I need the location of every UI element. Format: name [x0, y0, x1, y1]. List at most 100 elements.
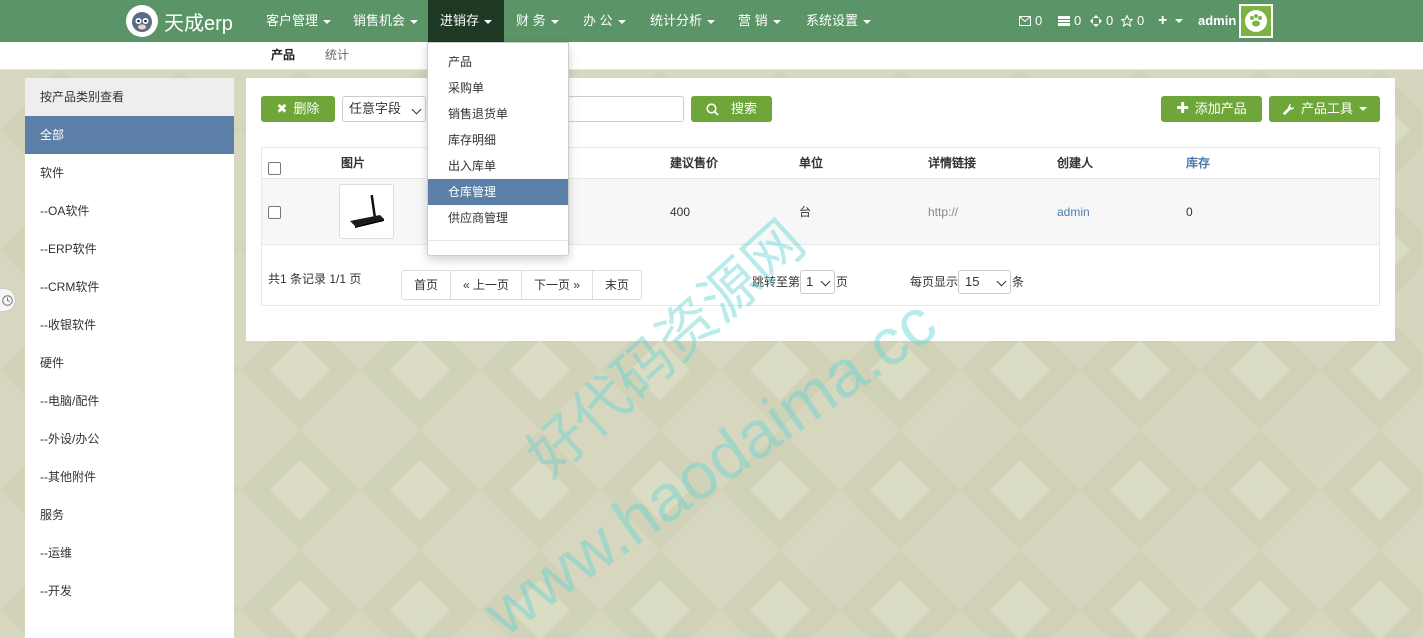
add-menu[interactable]: + — [1158, 0, 1184, 42]
nav-label: 营 销 — [738, 13, 768, 28]
nav-label: 办 公 — [583, 13, 613, 28]
tasks-counter[interactable]: 0 — [1058, 0, 1081, 42]
envelope-icon — [1019, 16, 1031, 26]
col-creator[interactable]: 创建人 — [1057, 148, 1093, 179]
top-navbar: 天成erp 客户管理 销售机会 进销存 财 务 办 公 统计分析 营 销 系统设… — [0, 0, 1423, 42]
menu-item-purchase-order[interactable]: 采购单 — [428, 75, 568, 101]
col-unit[interactable]: 单位 — [799, 148, 823, 179]
nav-label: 客户管理 — [266, 13, 319, 28]
menu-item-stock-io[interactable]: 出入库单 — [428, 153, 568, 179]
monkey-logo-icon — [126, 5, 158, 37]
add-product-button[interactable]: ✚ 添加产品 — [1161, 96, 1262, 122]
col-image[interactable]: 图片 — [341, 148, 365, 179]
sidebar-item-pos-software[interactable]: --收银软件 — [25, 306, 234, 344]
product-tools-button[interactable]: 产品工具 — [1269, 96, 1380, 122]
star-counter[interactable]: 0 — [1121, 0, 1144, 42]
jump-page-select[interactable]: 1 — [800, 270, 835, 294]
product-thumbnail[interactable] — [339, 184, 394, 239]
per-page-select[interactable]: 15 — [958, 270, 1011, 294]
col-stock[interactable]: 库存 — [1186, 148, 1210, 179]
caret-down-icon — [323, 19, 332, 24]
move-counter[interactable]: 0 — [1090, 0, 1113, 42]
sidebar-item-hardware[interactable]: 硬件 — [25, 344, 234, 382]
paw-icon — [1245, 10, 1267, 32]
sidebar-item-all[interactable]: 全部 — [25, 116, 234, 154]
col-link[interactable]: 详情链接 — [928, 148, 976, 179]
select-all-checkbox[interactable] — [268, 162, 281, 175]
cell-price: 400 — [670, 205, 691, 219]
mail-count: 0 — [1035, 13, 1043, 28]
pagination: 首页 « 上一页 下一页 » 末页 — [401, 270, 643, 300]
wrench-icon — [1282, 103, 1295, 115]
avatar[interactable] — [1239, 4, 1273, 38]
jump-prefix: 跳转至第 — [752, 275, 801, 289]
nav-statistics[interactable]: 统计分析 — [650, 0, 716, 42]
caret-down-icon — [484, 19, 493, 24]
mail-counter[interactable]: 0 — [1019, 0, 1042, 42]
user-name[interactable]: admin — [1198, 0, 1236, 42]
col-price[interactable]: 建议售价 — [670, 148, 718, 179]
tasks-count: 0 — [1074, 13, 1082, 28]
row-checkbox[interactable] — [268, 206, 281, 219]
nav-office[interactable]: 办 公 — [583, 0, 626, 42]
sidebar-item-accessories[interactable]: --其他附件 — [25, 458, 234, 496]
caret-down-icon — [410, 19, 419, 24]
cell-link[interactable]: http:// — [928, 179, 958, 245]
jump-page-value: 1 — [806, 274, 814, 289]
caret-down-icon — [550, 19, 559, 24]
nav-sales-opportunity[interactable]: 销售机会 — [353, 0, 419, 42]
product-panel: ✖ 删除 任意字段 搜索 ✚ 添加产品 产品工具 图片 建议售价 单位 详情链接… — [246, 78, 1395, 341]
move-count: 0 — [1106, 13, 1114, 28]
jump-suffix: 页 — [836, 275, 849, 289]
chevron-down-icon — [996, 276, 1007, 287]
delete-button[interactable]: ✖ 删除 — [261, 96, 335, 122]
sidebar-item-crm-software[interactable]: --CRM软件 — [25, 268, 234, 306]
sidebar-item-service[interactable]: 服务 — [25, 496, 234, 534]
search-button[interactable]: 搜索 — [691, 96, 772, 122]
sidebar-item-erp-software[interactable]: --ERP软件 — [25, 230, 234, 268]
nav-inventory[interactable]: 进销存 — [428, 0, 505, 42]
first-page-button[interactable]: 首页 — [402, 271, 452, 299]
caret-down-icon — [772, 19, 781, 24]
router-image — [350, 194, 384, 228]
sidebar-title: 按产品类别查看 — [25, 78, 234, 116]
menu-divider — [428, 240, 568, 241]
field-select[interactable]: 任意字段 — [342, 96, 426, 122]
search-label: 搜索 — [730, 101, 757, 116]
sidebar-item-development[interactable]: --开发 — [25, 572, 234, 610]
search-icon — [706, 102, 719, 116]
nav-label: 系统设置 — [806, 13, 859, 28]
per-page-prefix: 每页显示 — [910, 275, 959, 289]
caret-down-icon — [617, 19, 626, 24]
caret-down-icon — [863, 19, 872, 24]
app-logo[interactable]: 天成erp — [126, 4, 233, 38]
nav-marketing[interactable]: 营 销 — [738, 0, 781, 42]
nav-system-settings[interactable]: 系统设置 — [806, 0, 872, 42]
subtab-statistics[interactable]: 统计 — [325, 42, 349, 70]
cell-stock: 0 — [1186, 205, 1193, 219]
sidebar-item-oa-software[interactable]: --OA软件 — [25, 192, 234, 230]
menu-item-sales-return[interactable]: 销售退货单 — [428, 101, 568, 127]
product-tools-label: 产品工具 — [1300, 101, 1353, 116]
chevron-down-icon — [411, 104, 422, 115]
caret-down-icon — [707, 19, 716, 24]
nav-customer[interactable]: 客户管理 — [266, 0, 332, 42]
sidebar-item-software[interactable]: 软件 — [25, 154, 234, 192]
menu-item-suppliers[interactable]: 供应商管理 — [428, 205, 568, 231]
cell-creator[interactable]: admin — [1057, 179, 1090, 245]
app-name: 天成erp — [164, 12, 233, 35]
subtab-products[interactable]: 产品 — [271, 42, 295, 70]
nav-finance[interactable]: 财 务 — [516, 0, 559, 42]
delete-label: 删除 — [293, 101, 320, 116]
next-page-button[interactable]: 下一页 » — [522, 271, 594, 299]
prev-page-button[interactable]: « 上一页 — [451, 271, 523, 299]
menu-item-stock-detail[interactable]: 库存明细 — [428, 127, 568, 153]
close-icon: ✖ — [276, 101, 288, 116]
field-select-value: 任意字段 — [349, 101, 402, 116]
sidebar-item-peripherals[interactable]: --外设/办公 — [25, 420, 234, 458]
menu-item-warehouse[interactable]: 仓库管理 — [428, 179, 568, 205]
last-page-button[interactable]: 末页 — [593, 271, 641, 299]
menu-item-products[interactable]: 产品 — [428, 49, 568, 75]
sidebar-item-ops[interactable]: --运维 — [25, 534, 234, 572]
sidebar-item-pc-parts[interactable]: --电脑/配件 — [25, 382, 234, 420]
